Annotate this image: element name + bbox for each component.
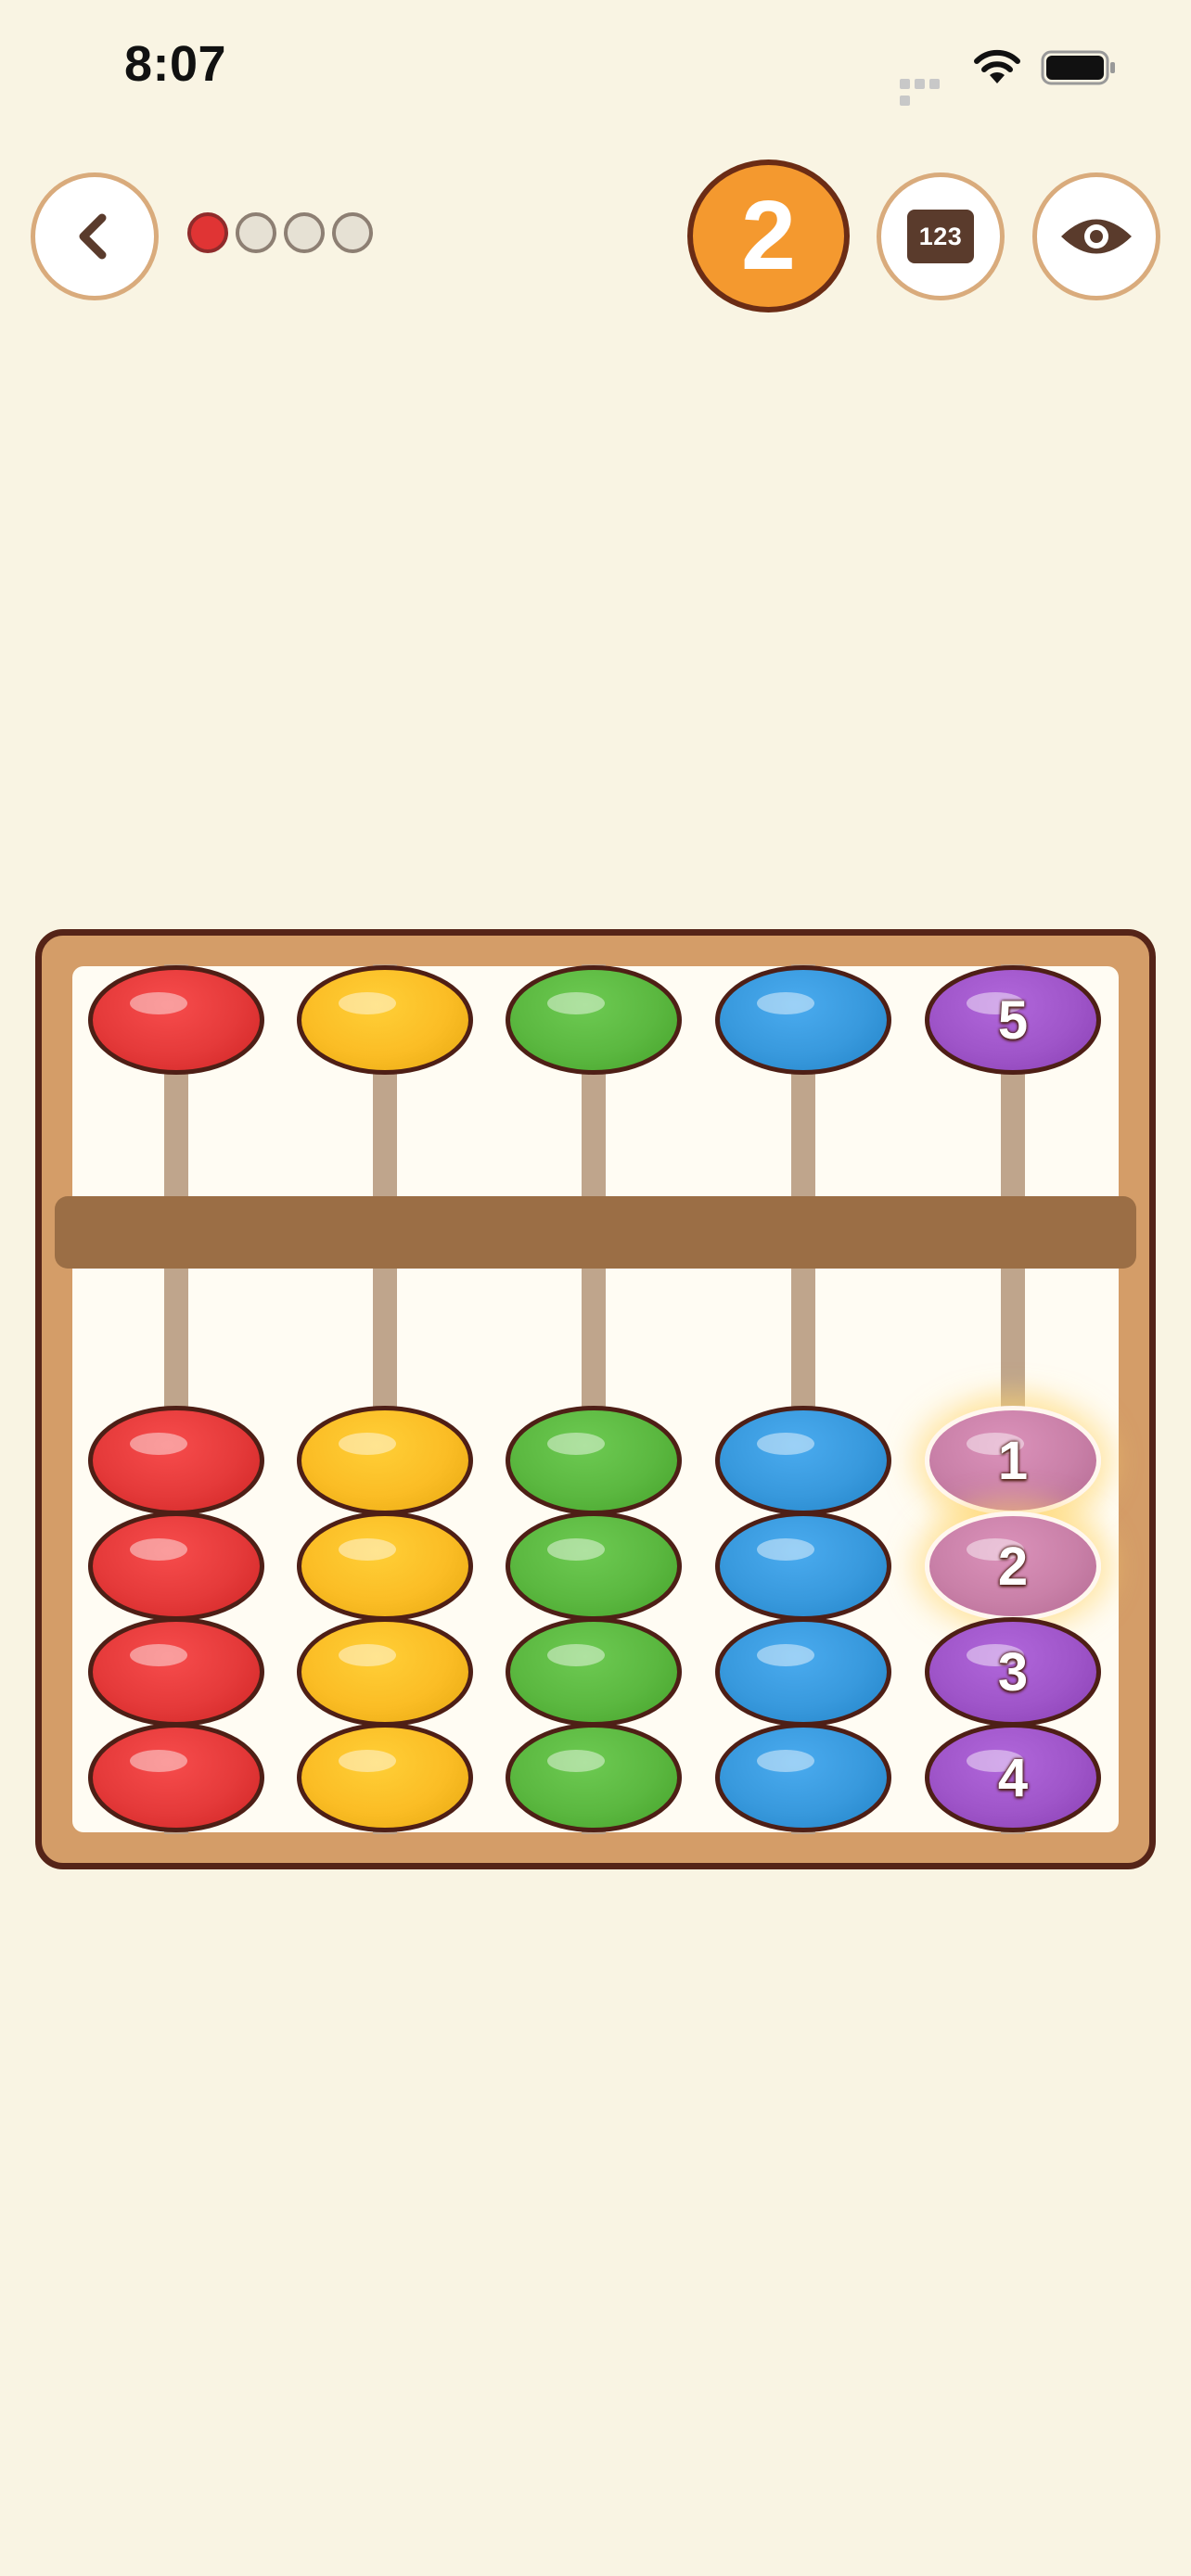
lower-bead[interactable]: [715, 1511, 891, 1621]
chevron-left-icon: [79, 213, 107, 260]
bead-shine: [130, 1750, 187, 1772]
abacus-beam: [55, 1196, 1136, 1269]
lower-bead[interactable]: [715, 1723, 891, 1832]
status-time: 8:07: [124, 36, 227, 92]
bead-label: 4: [997, 1747, 1029, 1808]
lower-bead[interactable]: [88, 1723, 264, 1832]
bead-shine: [547, 1433, 605, 1455]
level-badge: 2: [687, 159, 850, 312]
bead-shine: [547, 992, 605, 1014]
bead-shine: [130, 1644, 187, 1666]
lower-bead[interactable]: 4: [925, 1723, 1101, 1832]
lower-bead[interactable]: [88, 1617, 264, 1727]
bead-label: 2: [997, 1536, 1029, 1597]
bead-shine: [130, 1538, 187, 1561]
wifi-icon: [974, 49, 1020, 83]
bead-shine: [130, 992, 187, 1014]
reveal-button[interactable]: [1032, 172, 1160, 300]
bead-shine: [547, 1644, 605, 1666]
bead-shine: [757, 1538, 814, 1561]
upper-bead[interactable]: 5: [925, 965, 1101, 1075]
bead-shine: [547, 1538, 605, 1561]
lower-bead[interactable]: [506, 1617, 682, 1727]
bead-label: 5: [997, 989, 1029, 1051]
bead-shine: [339, 1433, 396, 1455]
progress-dot: [236, 212, 276, 253]
progress-dot: [187, 212, 228, 253]
lower-bead[interactable]: [715, 1406, 891, 1515]
progress-dot: [332, 212, 373, 253]
cellular-signal-icon: [900, 72, 957, 106]
lower-bead[interactable]: [506, 1406, 682, 1515]
lower-bead[interactable]: [506, 1511, 682, 1621]
show-numbers-button[interactable]: 123: [877, 172, 1005, 300]
battery-icon: [1041, 50, 1115, 85]
lower-bead[interactable]: 1: [925, 1406, 1101, 1515]
bead-shine: [757, 1644, 814, 1666]
bead-shine: [757, 1433, 814, 1455]
upper-bead[interactable]: [88, 965, 264, 1075]
bead-shine: [547, 1750, 605, 1772]
lower-bead[interactable]: [506, 1723, 682, 1832]
upper-bead[interactable]: [715, 965, 891, 1075]
bead-shine: [339, 1538, 396, 1561]
bead-label: 1: [997, 1430, 1029, 1491]
bead-shine: [339, 1644, 396, 1666]
bead-shine: [757, 992, 814, 1014]
bead-shine: [339, 992, 396, 1014]
lower-bead[interactable]: [297, 1406, 473, 1515]
upper-bead[interactable]: [506, 965, 682, 1075]
progress-dots: [187, 212, 373, 261]
bead-shine: [130, 1433, 187, 1455]
progress-dot: [284, 212, 325, 253]
back-button[interactable]: [31, 172, 159, 300]
lower-bead[interactable]: [88, 1511, 264, 1621]
lower-bead[interactable]: [88, 1406, 264, 1515]
lower-bead[interactable]: 2: [925, 1511, 1101, 1621]
lower-bead[interactable]: [297, 1511, 473, 1621]
lower-bead[interactable]: [297, 1617, 473, 1727]
upper-bead[interactable]: [297, 965, 473, 1075]
bead-label: 3: [997, 1641, 1029, 1702]
numbers-icon: 123: [907, 210, 974, 263]
bead-shine: [339, 1750, 396, 1772]
bead-shine: [757, 1750, 814, 1772]
eye-icon: [1061, 219, 1132, 254]
lower-bead[interactable]: [297, 1723, 473, 1832]
lower-bead[interactable]: [715, 1617, 891, 1727]
lower-bead[interactable]: 3: [925, 1617, 1101, 1727]
